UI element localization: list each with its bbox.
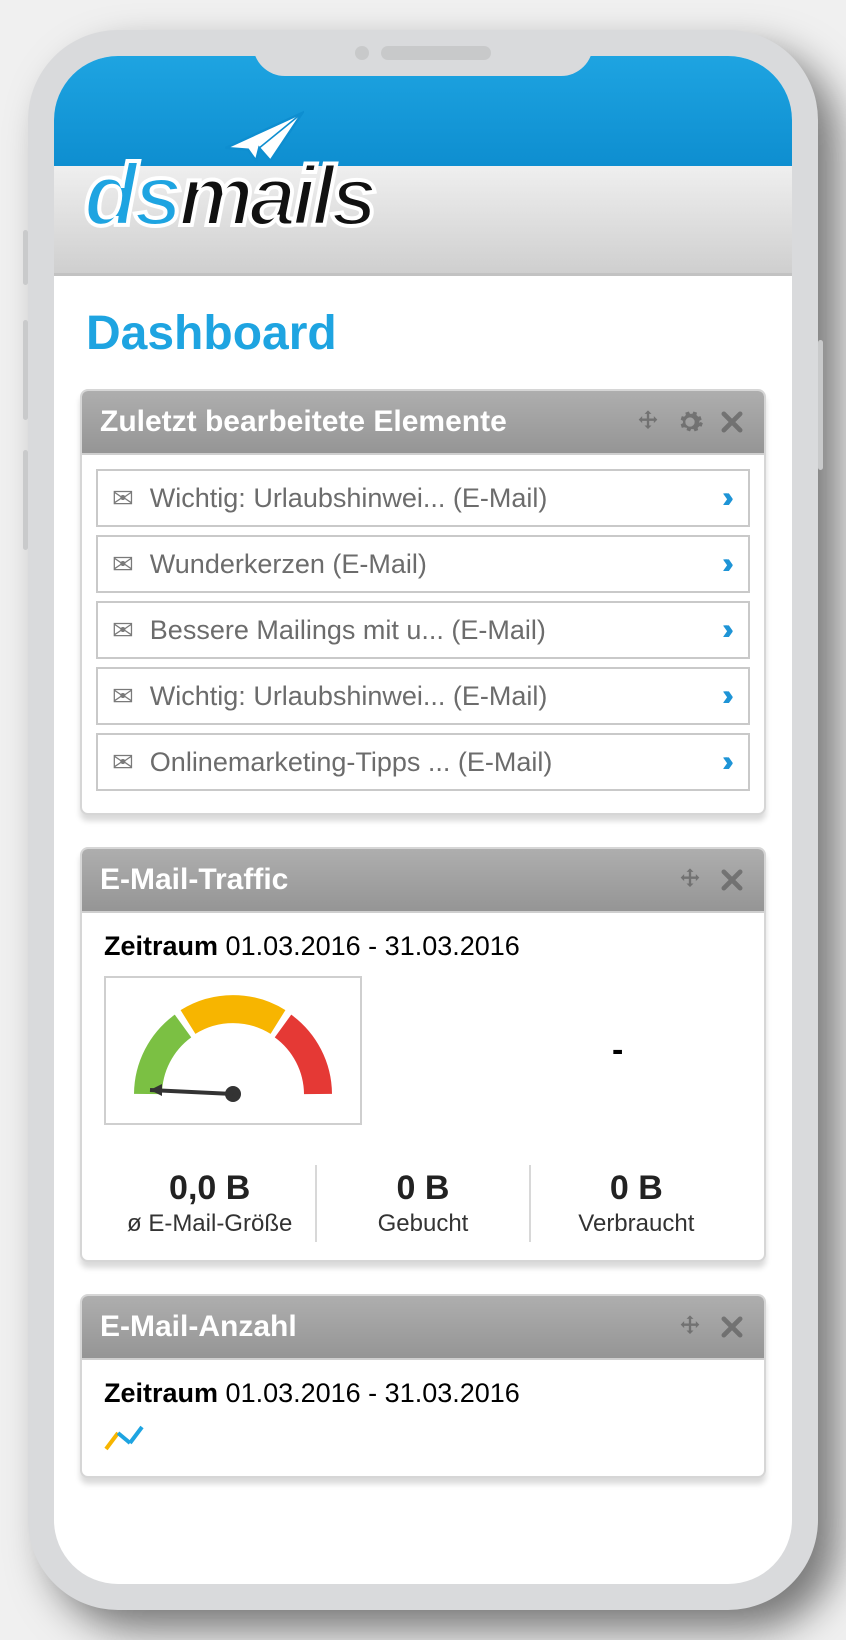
widget-header: E-Mail-Traffic	[82, 849, 764, 913]
chart-icon	[104, 1423, 144, 1453]
list-item[interactable]: ✉ Wichtig: Urlaubshinwei... (E-Mail) ››	[96, 667, 750, 725]
list-item-label: Wichtig: Urlaubshinwei... (E-Mail)	[150, 483, 706, 514]
move-icon[interactable]	[634, 408, 662, 436]
widget-title: E-Mail-Anzahl	[100, 1310, 662, 1344]
period-value: 01.03.2016 - 31.03.2016	[226, 931, 520, 961]
chevron-right-icon: ››	[722, 481, 734, 515]
recent-list: ✉ Wichtig: Urlaubshinwei... (E-Mail) ›› …	[82, 455, 764, 813]
phone-side-button	[818, 340, 823, 470]
envelope-icon: ✉	[112, 681, 134, 712]
move-icon[interactable]	[676, 866, 704, 894]
stat-used: 0 B Verbraucht	[529, 1165, 742, 1242]
widget-email-count: E-Mail-Anzahl Zeitraum 01.03.2016 - 31.0…	[80, 1294, 766, 1478]
period-label: Zeitraum	[104, 1378, 218, 1408]
close-icon[interactable]	[718, 408, 746, 436]
traffic-value: -	[612, 1031, 623, 1070]
list-item-label: Onlinemarketing-Tipps ... (E-Mail)	[150, 747, 706, 778]
stat-value: 0 B	[319, 1169, 526, 1208]
list-item[interactable]: ✉ Wunderkerzen (E-Mail) ››	[96, 535, 750, 593]
widget-recent-items: Zuletzt bearbeitete Elemente	[80, 389, 766, 815]
list-item[interactable]: ✉ Wichtig: Urlaubshinwei... (E-Mail) ››	[96, 469, 750, 527]
phone-frame: dsmails Dashboard Zuletzt bearbeitete El…	[28, 30, 818, 1610]
widget-title: E-Mail-Traffic	[100, 863, 662, 897]
move-icon[interactable]	[676, 1313, 704, 1341]
list-item-label: Wunderkerzen (E-Mail)	[150, 549, 706, 580]
logo: dsmails	[84, 144, 374, 246]
close-icon[interactable]	[718, 866, 746, 894]
list-item-label: Bessere Mailings mit u... (E-Mail)	[150, 615, 706, 646]
stat-label: Verbraucht	[533, 1210, 740, 1238]
stat-label: ø E-Mail-Größe	[106, 1210, 313, 1238]
logo-strip: dsmails	[54, 166, 792, 276]
chevron-right-icon: ››	[722, 547, 734, 581]
widget-email-traffic: E-Mail-Traffic Zeitraum 01.03.2016 - 31.…	[80, 847, 766, 1262]
traffic-stats: 0,0 B ø E-Mail-Größe 0 B Gebucht 0 B Ver…	[104, 1153, 742, 1242]
envelope-icon: ✉	[112, 615, 134, 646]
stat-value: 0 B	[533, 1169, 740, 1208]
list-item-label: Wichtig: Urlaubshinwei... (E-Mail)	[150, 681, 706, 712]
period-row: Zeitraum 01.03.2016 - 31.03.2016	[104, 1378, 742, 1409]
widget-header: E-Mail-Anzahl	[82, 1296, 764, 1360]
scroll-area[interactable]: dsmails Dashboard Zuletzt bearbeitete El…	[54, 56, 792, 1584]
envelope-icon: ✉	[112, 549, 134, 580]
paper-plane-icon	[224, 106, 304, 166]
logo-text-ds: ds	[84, 145, 179, 244]
page-title: Dashboard	[86, 306, 760, 361]
stat-avg-size: 0,0 B ø E-Mail-Größe	[104, 1165, 315, 1242]
stat-value: 0,0 B	[106, 1169, 313, 1208]
screen: dsmails Dashboard Zuletzt bearbeitete El…	[54, 56, 792, 1584]
phone-side-button	[23, 320, 28, 420]
widget-title: Zuletzt bearbeitete Elemente	[100, 405, 620, 439]
phone-side-button	[23, 230, 28, 285]
gauge-chart	[104, 976, 362, 1125]
phone-side-button	[23, 450, 28, 550]
period-value: 01.03.2016 - 31.03.2016	[226, 1378, 520, 1408]
chevron-right-icon: ››	[722, 745, 734, 779]
close-icon[interactable]	[718, 1313, 746, 1341]
list-item[interactable]: ✉ Onlinemarketing-Tipps ... (E-Mail) ››	[96, 733, 750, 791]
period-row: Zeitraum 01.03.2016 - 31.03.2016	[104, 931, 742, 962]
chevron-right-icon: ››	[722, 613, 734, 647]
phone-notch	[253, 30, 593, 76]
envelope-icon: ✉	[112, 747, 134, 778]
widget-header: Zuletzt bearbeitete Elemente	[82, 391, 764, 455]
period-label: Zeitraum	[104, 931, 218, 961]
list-item[interactable]: ✉ Bessere Mailings mit u... (E-Mail) ››	[96, 601, 750, 659]
chevron-right-icon: ››	[722, 679, 734, 713]
gear-icon[interactable]	[676, 408, 704, 436]
envelope-icon: ✉	[112, 483, 134, 514]
stat-booked: 0 B Gebucht	[315, 1165, 528, 1242]
stat-label: Gebucht	[319, 1210, 526, 1238]
